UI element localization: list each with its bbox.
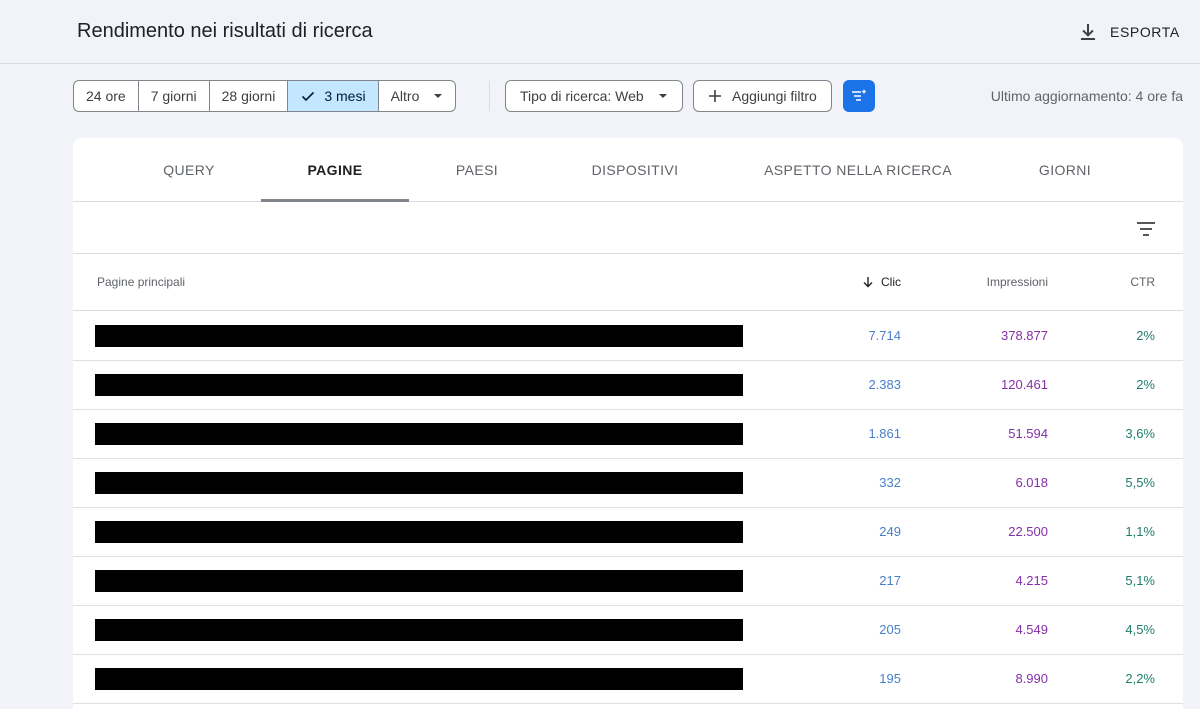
cell-ctr: 2%	[1136, 328, 1155, 343]
cell-clic: 1.861	[868, 426, 901, 441]
cell-ctr: 1,1%	[1125, 524, 1155, 539]
table-row[interactable]: 332 6.018 5,5%	[73, 459, 1183, 508]
table-row[interactable]: 195 8.990 2,2%	[73, 655, 1183, 704]
date-chip-label: Altro	[390, 88, 420, 104]
cell-impressions: 4.215	[1015, 573, 1048, 588]
column-header-clic-label: Clic	[881, 275, 901, 289]
column-header-impressions[interactable]: Impressioni	[987, 275, 1048, 289]
cell-impressions: 378.877	[1001, 328, 1048, 343]
column-header-clic[interactable]: Clic	[862, 275, 901, 289]
cell-clic: 195	[879, 671, 901, 686]
table-row[interactable]: 7.714 378.877 2%	[73, 312, 1183, 361]
date-chip-label: 28 giorni	[221, 88, 276, 104]
table-filter-row	[73, 202, 1183, 254]
download-icon	[1081, 24, 1095, 40]
add-filter-label: Aggiungi filtro	[732, 88, 817, 104]
redacted-page-url	[95, 374, 743, 396]
table-row[interactable]: 1.861 51.594 3,6%	[73, 410, 1183, 459]
redacted-page-url	[95, 668, 743, 690]
cell-impressions: 4.549	[1015, 622, 1048, 637]
tab-countries[interactable]: PAESI	[409, 138, 545, 202]
date-chip-3m[interactable]: 3 mesi	[288, 81, 379, 111]
column-header-ctr[interactable]: CTR	[1130, 275, 1155, 289]
tab-pages[interactable]: PAGINE	[261, 138, 409, 202]
export-button[interactable]: ESPORTA	[1078, 18, 1180, 46]
date-chip-label: 3 mesi	[324, 88, 366, 104]
date-range-group: 24 ore 7 giorni 28 giorni 3 mesi Altro	[73, 80, 457, 112]
date-chip-more[interactable]: Altro	[379, 81, 456, 111]
cell-clic: 249	[879, 524, 901, 539]
check-icon	[302, 91, 315, 102]
add-filter-button[interactable]: Aggiungi filtro	[693, 80, 832, 112]
redacted-page-url	[95, 521, 743, 543]
last-update-text: Ultimo aggiornamento: 4 ore fa	[990, 88, 1183, 104]
cell-impressions: 120.461	[1001, 377, 1048, 392]
filter-sparkle-button[interactable]	[843, 80, 875, 112]
cell-ctr: 4,5%	[1125, 622, 1155, 637]
caret-down-icon	[434, 94, 443, 98]
redacted-page-url	[95, 619, 743, 641]
cell-ctr: 2,2%	[1125, 671, 1155, 686]
arrow-down-icon	[863, 277, 873, 288]
table-row[interactable]: 217 4.215 5,1%	[73, 557, 1183, 606]
toolbar: 24 ore 7 giorni 28 giorni 3 mesi Altro T…	[73, 80, 1193, 112]
search-type-label: Tipo di ricerca: Web	[520, 88, 644, 104]
table-row[interactable]: 205 4.549 4,5%	[73, 606, 1183, 655]
caret-down-icon	[658, 94, 667, 98]
plus-icon	[709, 90, 721, 102]
tab-days[interactable]: GIORNI	[1003, 138, 1127, 202]
page-title: Rendimento nei risultati di ricerca	[77, 20, 373, 42]
cell-ctr: 5,5%	[1125, 475, 1155, 490]
cell-clic: 332	[879, 475, 901, 490]
table-row[interactable]: 249 22.500 1,1%	[73, 508, 1183, 557]
cell-ctr: 5,1%	[1125, 573, 1155, 588]
tab-query[interactable]: QUERY	[115, 138, 263, 202]
date-chip-28d[interactable]: 28 giorni	[210, 81, 289, 111]
date-chip-24h[interactable]: 24 ore	[74, 81, 139, 111]
cell-clic: 7.714	[868, 328, 901, 343]
export-label: ESPORTA	[1110, 24, 1180, 40]
cell-impressions: 22.500	[1008, 524, 1048, 539]
column-header-pages: Pagine principali	[97, 275, 186, 289]
dimension-tabs: QUERY PAGINE PAESI DISPOSITIVI ASPETTO N…	[73, 138, 1183, 202]
tab-devices[interactable]: DISPOSITIVI	[555, 138, 715, 202]
cell-impressions: 8.990	[1015, 671, 1048, 686]
cell-clic: 217	[879, 573, 901, 588]
search-type-dropdown[interactable]: Tipo di ricerca: Web	[505, 80, 683, 112]
cell-impressions: 6.018	[1015, 475, 1048, 490]
tab-search-appearance[interactable]: ASPETTO NELLA RICERCA	[753, 138, 963, 202]
page-header: Rendimento nei risultati di ricerca ESPO…	[0, 0, 1200, 64]
filter-sparkle-icon	[852, 89, 867, 101]
table-body: 7.714 378.877 2% 2.383 120.461 2% 1.861 …	[73, 312, 1183, 704]
redacted-page-url	[95, 472, 743, 494]
toolbar-divider	[489, 81, 490, 111]
cell-clic: 2.383	[868, 377, 901, 392]
cell-ctr: 2%	[1136, 377, 1155, 392]
redacted-page-url	[95, 325, 743, 347]
date-chip-label: 7 giorni	[150, 88, 197, 104]
date-chip-label: 24 ore	[86, 88, 126, 104]
date-chip-7d[interactable]: 7 giorni	[139, 81, 210, 111]
redacted-page-url	[95, 570, 743, 592]
filter-icon[interactable]	[1135, 218, 1157, 240]
cell-ctr: 3,6%	[1125, 426, 1155, 441]
report-card: QUERY PAGINE PAESI DISPOSITIVI ASPETTO N…	[73, 138, 1183, 709]
cell-clic: 205	[879, 622, 901, 637]
table-row[interactable]: 2.383 120.461 2%	[73, 361, 1183, 410]
cell-impressions: 51.594	[1008, 426, 1048, 441]
redacted-page-url	[95, 423, 743, 445]
table-header: Pagine principali Clic Impressioni CTR	[73, 255, 1183, 311]
